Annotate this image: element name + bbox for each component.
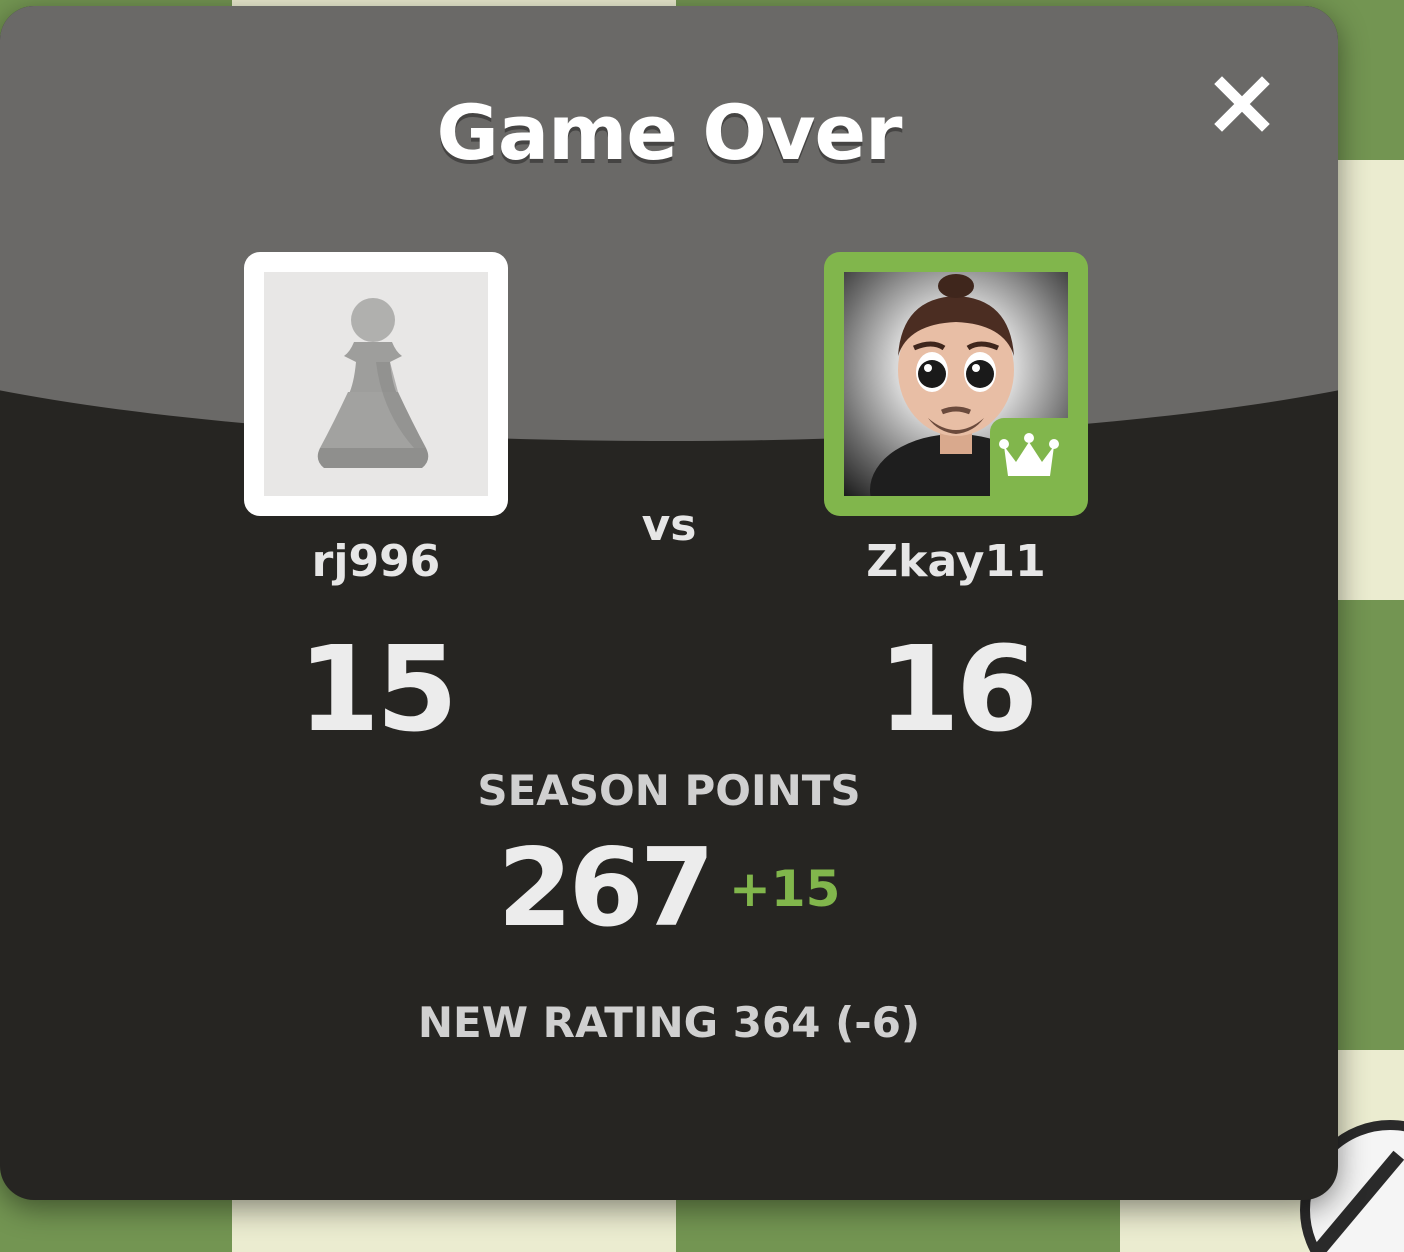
player-score-right: 16: [877, 620, 1038, 758]
season-points-label: SEASON POINTS: [477, 766, 861, 815]
player-username-right[interactable]: Zkay11: [806, 536, 1106, 587]
season-points-delta: +15: [728, 859, 841, 918]
close-icon: [1214, 76, 1270, 132]
player-score-left: 15: [297, 620, 458, 758]
board-square: [1338, 160, 1404, 600]
dialog-header-background: [0, 6, 1338, 441]
close-button[interactable]: [1206, 74, 1278, 138]
premium-badge: [990, 418, 1068, 496]
dialog-title: Game Over: [436, 88, 902, 177]
crown-icon: [999, 433, 1059, 476]
season-points-value: 267: [497, 826, 715, 951]
pawn-avatar-icon: [264, 272, 488, 496]
season-points-row: 267 +15: [0, 826, 1338, 951]
new-rating-text: NEW RATING 364 (-6): [417, 998, 921, 1047]
player-avatar-right[interactable]: [824, 252, 1088, 516]
vs-label: vs: [641, 500, 697, 551]
board-square: [232, 1200, 676, 1252]
game-over-dialog: Game Over vs rj996 Zkay11 15 16 SEASON P…: [0, 6, 1338, 1200]
player-username-left[interactable]: rj996: [226, 536, 526, 587]
pawn-icon: [317, 298, 429, 468]
player-avatar-left[interactable]: [244, 252, 508, 516]
profile-avatar: [844, 272, 1068, 496]
